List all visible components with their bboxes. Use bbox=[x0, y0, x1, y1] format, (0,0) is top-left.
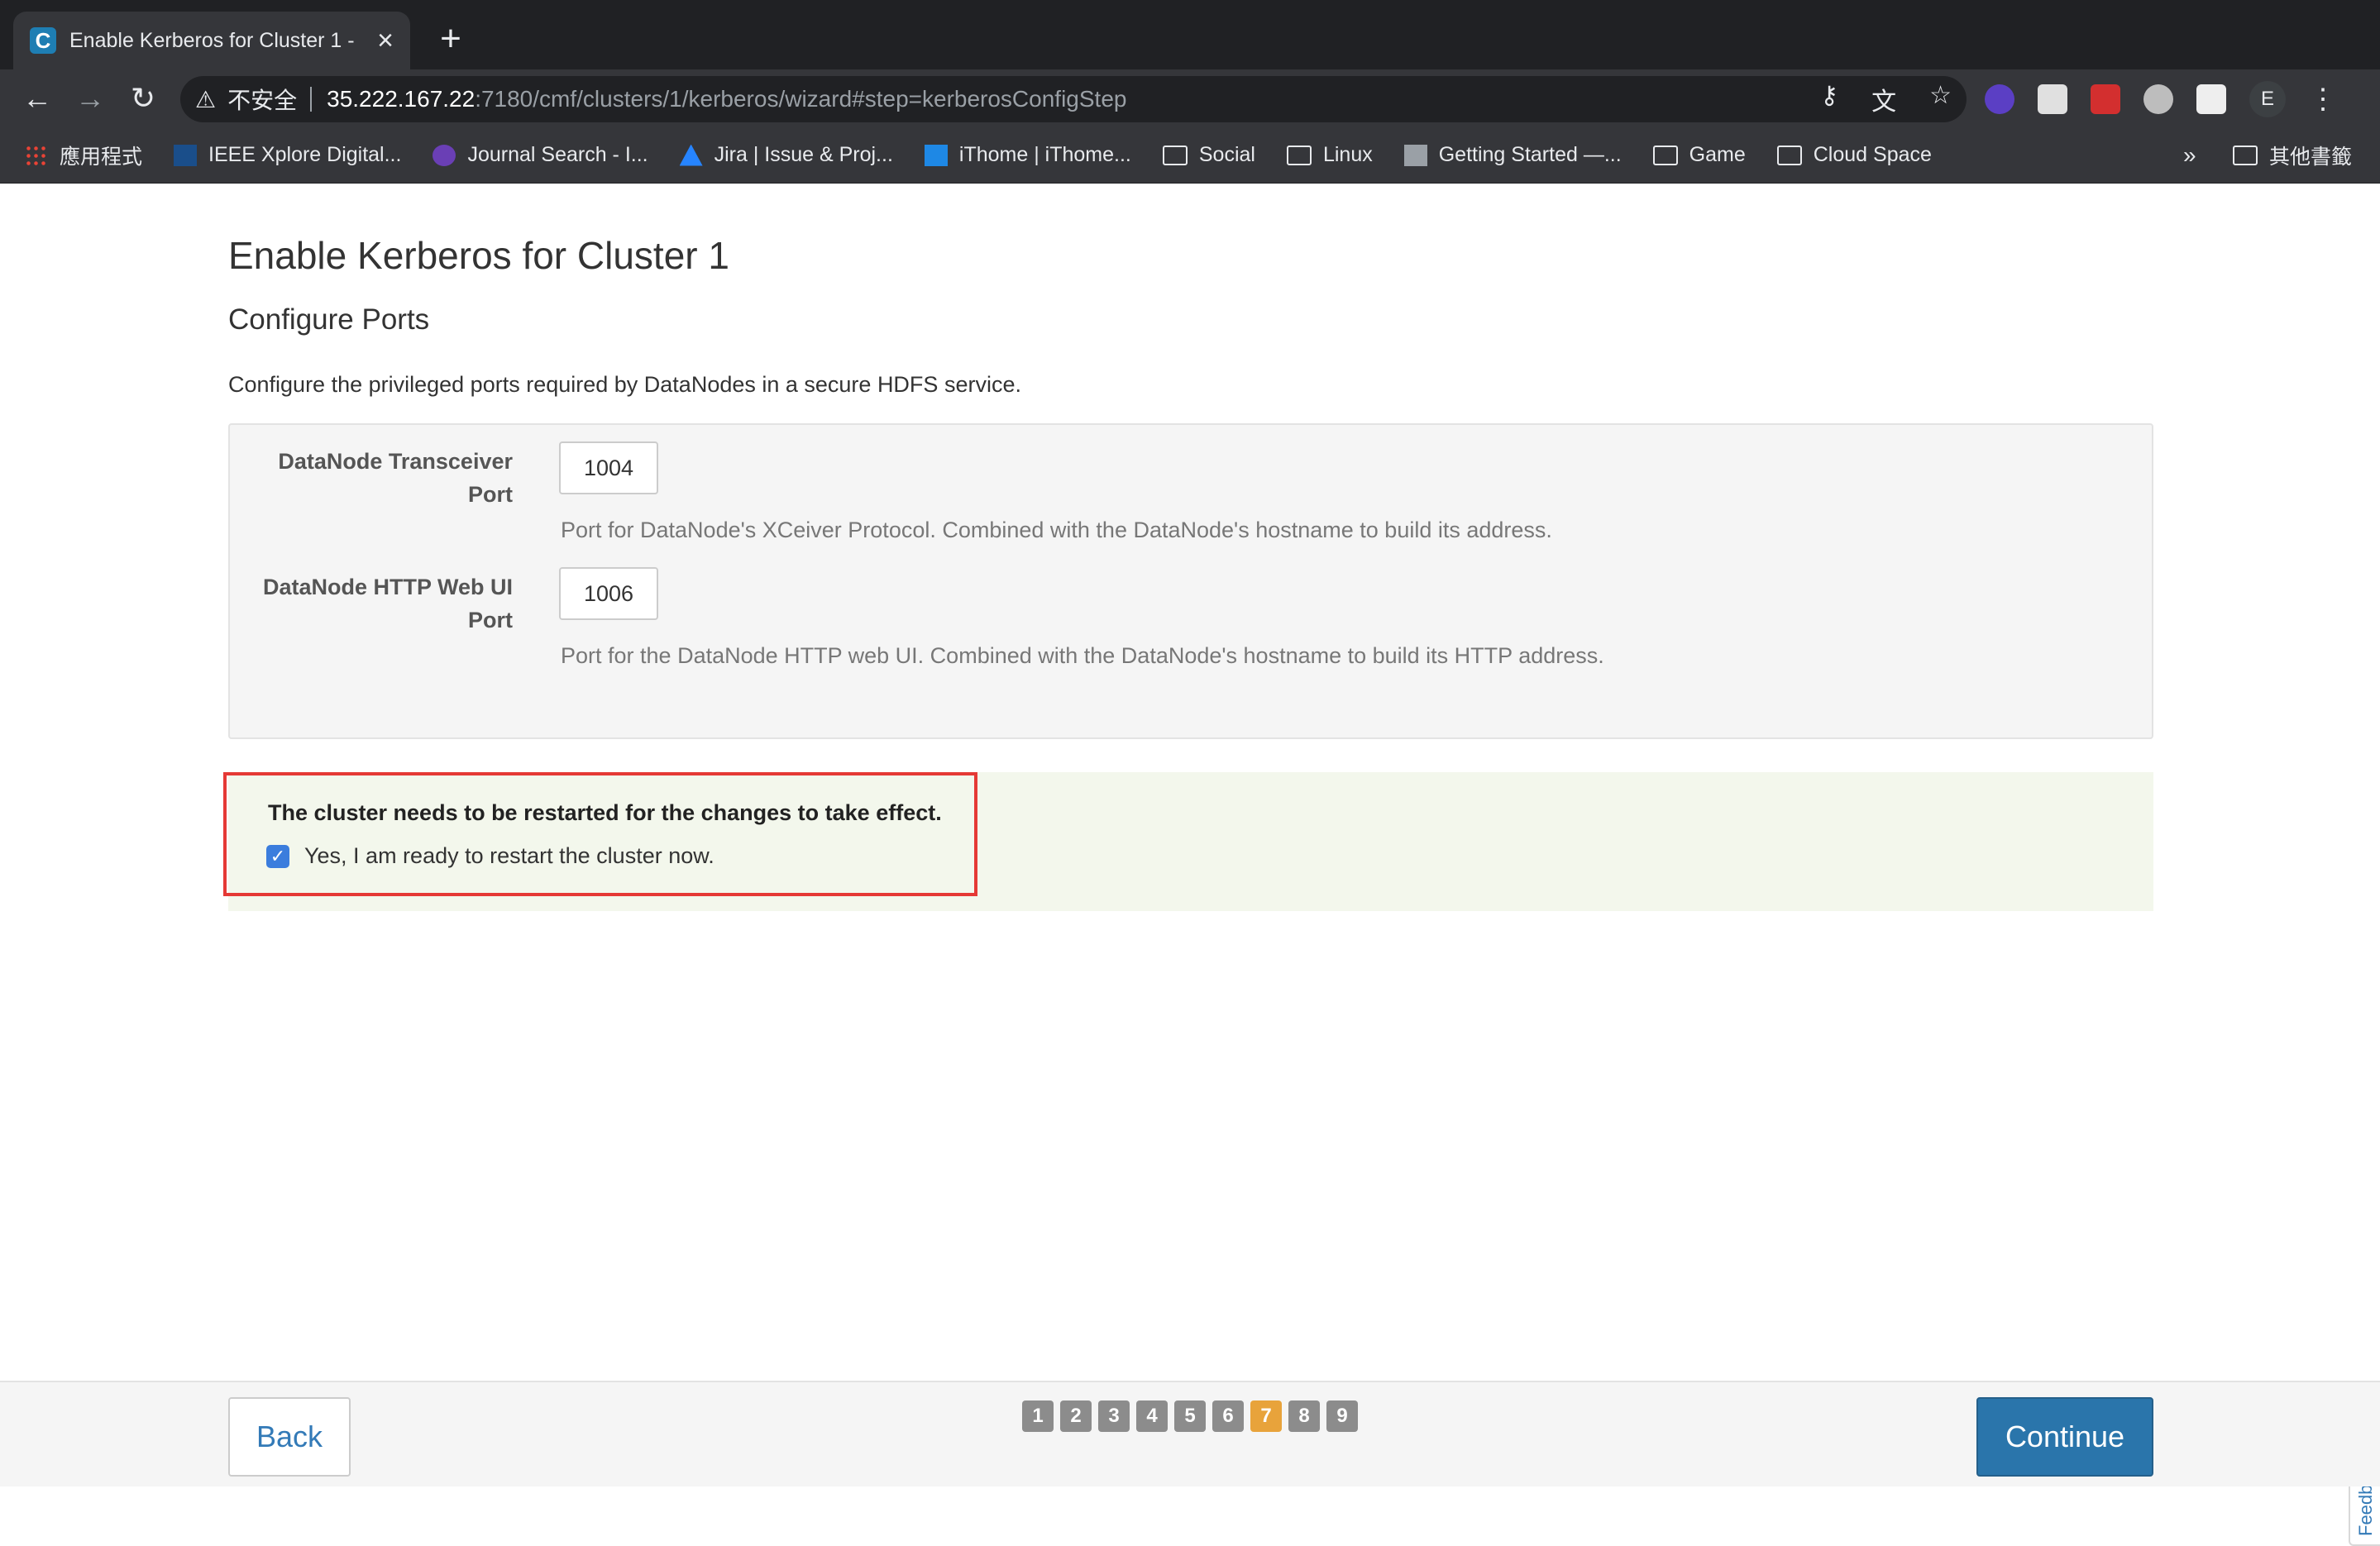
browser-toolbar: ← → ↻ ⚠ 不安全 35.222.167.22 :7180/cmf/clus… bbox=[0, 69, 2380, 127]
url-path: :7180/cmf/clusters/1/kerberos/wizard#ste… bbox=[475, 86, 1127, 112]
http-port-label: DataNode HTTP Web UI Port bbox=[232, 570, 513, 637]
label-line: Port bbox=[468, 608, 513, 632]
address-separator bbox=[310, 87, 313, 112]
bookmark-apps[interactable]: 應用程式 bbox=[25, 141, 142, 170]
wizard-footer: Back 1 2 3 4 5 6 7 8 9 Continue bbox=[0, 1381, 2380, 1486]
back-button[interactable]: Back bbox=[228, 1397, 351, 1477]
step-description: Configure the privileged ports required … bbox=[228, 372, 1021, 397]
step-6[interactable]: 6 bbox=[1212, 1400, 1244, 1432]
bookmark-journal-search[interactable]: Journal Search - I... bbox=[433, 143, 648, 167]
extensions-area: E ⋮ bbox=[1985, 81, 2337, 117]
step-5[interactable]: 5 bbox=[1174, 1400, 1206, 1432]
jira-icon bbox=[679, 144, 703, 166]
restart-notice-title: The cluster needs to be restarted for th… bbox=[268, 800, 942, 825]
transceiver-port-help: Port for DataNode's XCeiver Protocol. Co… bbox=[561, 518, 1552, 542]
step-8[interactable]: 8 bbox=[1288, 1400, 1320, 1432]
close-tab-icon[interactable]: × bbox=[377, 26, 394, 55]
key-icon[interactable]: ⚷ bbox=[1820, 81, 1838, 117]
ports-panel: DataNode Transceiver Port Port for DataN… bbox=[228, 423, 2153, 739]
bookmark-jira[interactable]: Jira | Issue & Proj... bbox=[679, 143, 893, 167]
bookmark-folder-cloud-space[interactable]: Cloud Space bbox=[1776, 143, 1932, 167]
translate-icon[interactable]: 文 bbox=[1871, 81, 1896, 117]
bookmark-folder-game[interactable]: Game bbox=[1652, 143, 1746, 167]
step-4[interactable]: 4 bbox=[1136, 1400, 1168, 1432]
browser-menu-icon[interactable]: ⋮ bbox=[2309, 83, 2337, 116]
bookmark-ithome[interactable]: iThome | iThome... bbox=[924, 143, 1131, 167]
label-line: DataNode Transceiver bbox=[278, 449, 513, 474]
extension-purple-icon[interactable] bbox=[1985, 84, 2014, 114]
folder-icon bbox=[1162, 145, 1188, 165]
forward-arrow-icon[interactable]: → bbox=[69, 78, 111, 119]
other-bookmarks-folder[interactable]: 其他書籤 bbox=[2233, 141, 2352, 170]
address-bar[interactable]: ⚠ 不安全 35.222.167.22 :7180/cmf/clusters/1… bbox=[180, 76, 1967, 122]
extension-calendar-icon[interactable] bbox=[2038, 84, 2067, 114]
step-1[interactable]: 1 bbox=[1022, 1400, 1054, 1432]
continue-button[interactable]: Continue bbox=[1976, 1397, 2153, 1477]
folder-icon bbox=[1776, 145, 1802, 165]
http-port-help: Port for the DataNode HTTP web UI. Combi… bbox=[561, 643, 1604, 668]
warning-icon[interactable]: ⚠ bbox=[195, 86, 216, 113]
folder-icon bbox=[1286, 145, 1312, 165]
highlight-box bbox=[223, 772, 977, 896]
browser-tab[interactable]: C Enable Kerberos for Cluster 1 - × bbox=[13, 12, 410, 69]
extension-chart-icon[interactable] bbox=[2196, 84, 2226, 114]
other-bookmarks-label: 其他書籤 bbox=[2269, 146, 2353, 169]
bookmark-label: Jira | Issue & Proj... bbox=[714, 143, 893, 166]
bookmark-label: 應用程式 bbox=[60, 145, 143, 169]
bookmark-getting-started[interactable]: Getting Started —... bbox=[1403, 143, 1622, 167]
extension-red-icon[interactable] bbox=[2091, 84, 2120, 114]
transceiver-port-label: DataNode Transceiver Port bbox=[232, 445, 513, 511]
extension-circle-icon[interactable] bbox=[2143, 84, 2173, 114]
ieee-icon bbox=[174, 144, 198, 166]
restart-confirm-checkbox[interactable]: ✓ bbox=[266, 844, 289, 868]
getting-started-icon bbox=[1403, 144, 1427, 166]
label-line: DataNode HTTP Web UI bbox=[262, 575, 513, 599]
journal-icon bbox=[433, 144, 456, 166]
ithome-icon bbox=[924, 144, 948, 166]
back-arrow-icon[interactable]: ← bbox=[17, 78, 58, 119]
bookmark-label: IEEE Xplore Digital... bbox=[208, 143, 402, 166]
folder-icon bbox=[2233, 146, 2258, 165]
bookmark-label: Journal Search - I... bbox=[467, 143, 648, 166]
restart-confirm-row[interactable]: ✓ Yes, I am ready to restart the cluster… bbox=[266, 843, 714, 869]
restart-confirm-label[interactable]: Yes, I am ready to restart the cluster n… bbox=[304, 843, 714, 869]
url-host: 35.222.167.22 bbox=[327, 86, 476, 112]
label-line: Port bbox=[468, 482, 513, 507]
cloudera-favicon-icon: C bbox=[30, 27, 56, 54]
reload-icon[interactable]: ↻ bbox=[122, 78, 164, 119]
security-status[interactable]: 不安全 bbox=[227, 83, 297, 116]
step-2[interactable]: 2 bbox=[1060, 1400, 1092, 1432]
step-7-current[interactable]: 7 bbox=[1250, 1400, 1282, 1432]
omnibox-actions: ⚷ 文 ☆ bbox=[1820, 81, 1952, 117]
apps-grid-icon bbox=[25, 144, 48, 166]
bookmark-label: Game bbox=[1689, 143, 1746, 166]
bookmark-folder-linux[interactable]: Linux bbox=[1286, 143, 1373, 167]
bookmark-label: Cloud Space bbox=[1813, 143, 1932, 166]
bookmark-label: iThome | iThome... bbox=[958, 143, 1131, 166]
new-tab-icon[interactable]: + bbox=[430, 18, 471, 60]
bookmark-folder-social[interactable]: Social bbox=[1162, 143, 1255, 167]
bookmarks-overflow-button[interactable]: » bbox=[2183, 142, 2196, 169]
folder-icon bbox=[1652, 145, 1678, 165]
star-icon[interactable]: ☆ bbox=[1929, 81, 1952, 117]
step-title: Configure Ports bbox=[228, 303, 430, 336]
profile-avatar[interactable]: E bbox=[2249, 81, 2286, 117]
page-title: Enable Kerberos for Cluster 1 bbox=[228, 234, 729, 277]
bookmark-label: Social bbox=[1198, 143, 1255, 166]
bookmarks-bar: 應用程式 IEEE Xplore Digital... Journal Sear… bbox=[0, 127, 2380, 184]
step-9[interactable]: 9 bbox=[1326, 1400, 1358, 1432]
page-content: Enable Kerberos for Cluster 1 Configure … bbox=[0, 184, 2380, 1546]
bookmark-label: Getting Started —... bbox=[1438, 143, 1622, 166]
tab-title: Enable Kerberos for Cluster 1 - bbox=[69, 28, 355, 52]
step-3[interactable]: 3 bbox=[1098, 1400, 1130, 1432]
http-port-input[interactable] bbox=[559, 567, 658, 620]
bookmark-label: Linux bbox=[1322, 143, 1373, 166]
bookmark-ieee[interactable]: IEEE Xplore Digital... bbox=[174, 143, 401, 167]
step-indicator: 1 2 3 4 5 6 7 8 9 bbox=[1022, 1400, 1358, 1432]
transceiver-port-input[interactable] bbox=[559, 441, 658, 494]
browser-tab-bar: C Enable Kerberos for Cluster 1 - × + bbox=[0, 0, 2380, 69]
